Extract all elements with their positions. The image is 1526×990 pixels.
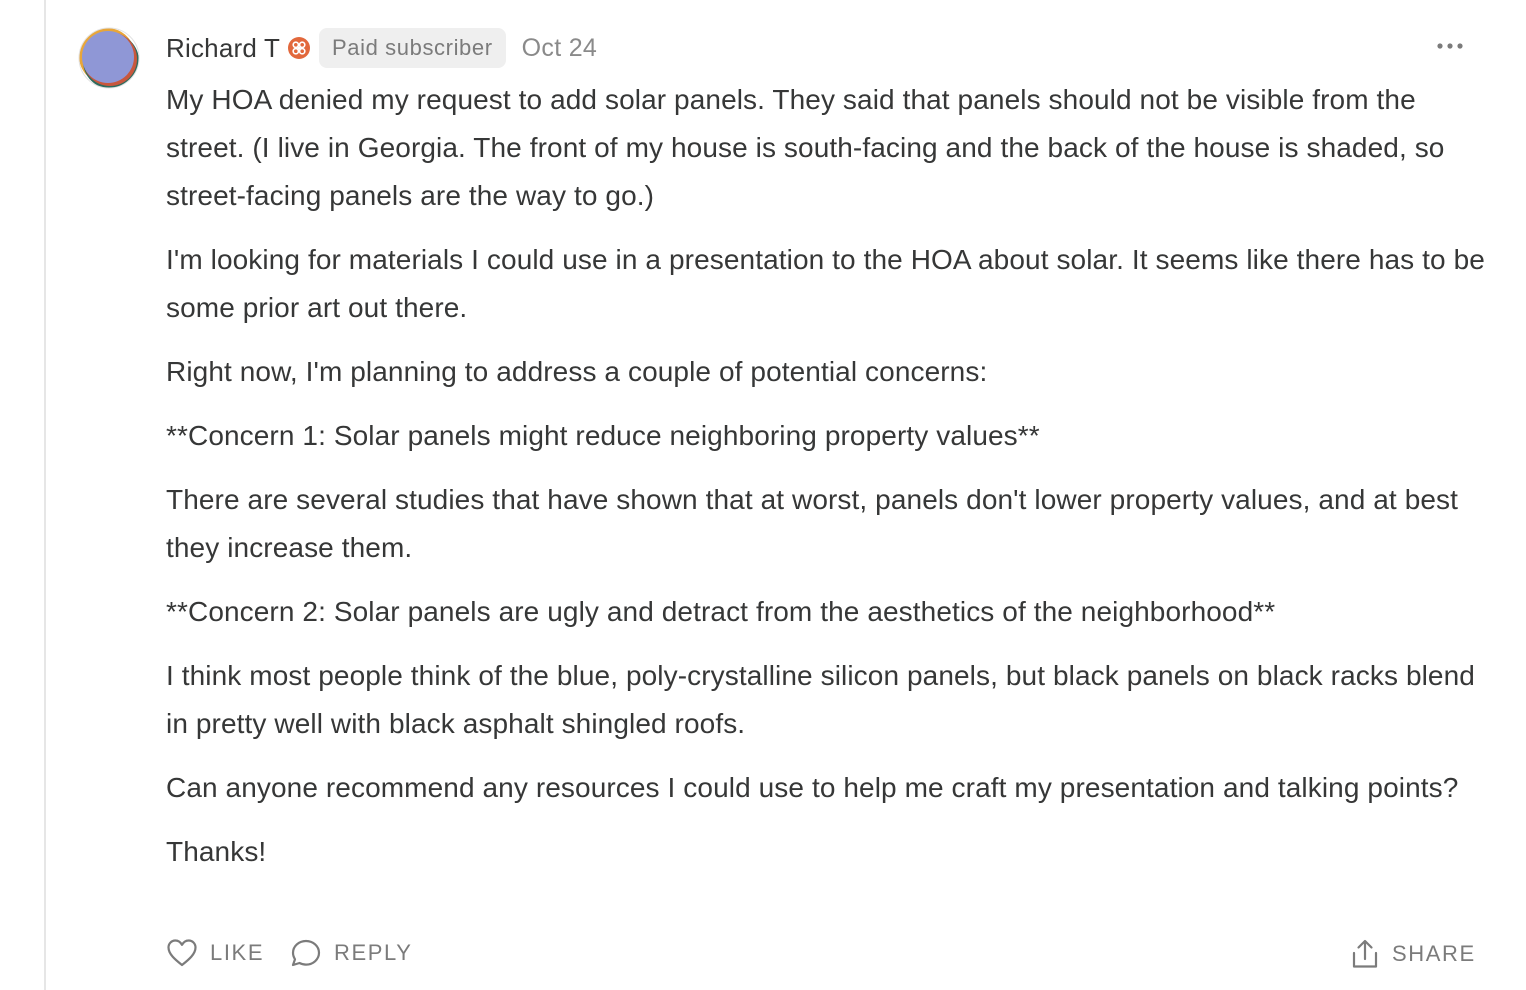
paid-subscriber-badge: Paid subscriber [319, 28, 506, 68]
heart-icon [166, 938, 198, 968]
comment-paragraph: **Concern 2: Solar panels are ugly and d… [166, 596, 1276, 627]
comment-paragraph: **Concern 1: Solar panels might reduce n… [166, 420, 1040, 451]
comment-paragraph: I'm looking for materials I could use in… [166, 244, 1485, 323]
more-options-icon[interactable] [1432, 32, 1468, 60]
comment-paragraph: I think most people think of the blue, p… [166, 660, 1475, 739]
reply-label: REPLY [334, 940, 413, 965]
like-button[interactable]: LIKE [166, 938, 264, 968]
share-icon [1350, 938, 1380, 970]
thread-line [44, 0, 46, 990]
author-name[interactable]: Richard T [166, 33, 280, 64]
subscriber-badge-icon [287, 36, 311, 60]
like-label: LIKE [210, 940, 265, 965]
comment-paragraph: My HOA denied my request to add solar pa… [166, 84, 1445, 211]
comment-actions: LIKE REPLY SHARE [0, 938, 1526, 978]
comment-paragraph: Can anyone recommend any resources I cou… [166, 772, 1459, 803]
reply-button[interactable]: REPLY [290, 938, 413, 968]
speech-bubble-icon [290, 938, 322, 968]
comment-paragraph: Thanks! [166, 836, 267, 867]
avatar[interactable] [78, 27, 140, 89]
share-label: SHARE [1392, 941, 1476, 966]
comment-paragraph: Right now, I'm planning to address a cou… [166, 356, 988, 387]
comment-body: My HOA denied my request to add solar pa… [166, 76, 1486, 892]
comment-header: Richard T Paid subscriber Oct 24 [166, 28, 597, 68]
share-button[interactable]: SHARE [1350, 938, 1476, 970]
comment-date[interactable]: Oct 24 [522, 34, 597, 63]
comment-paragraph: There are several studies that have show… [166, 484, 1459, 563]
